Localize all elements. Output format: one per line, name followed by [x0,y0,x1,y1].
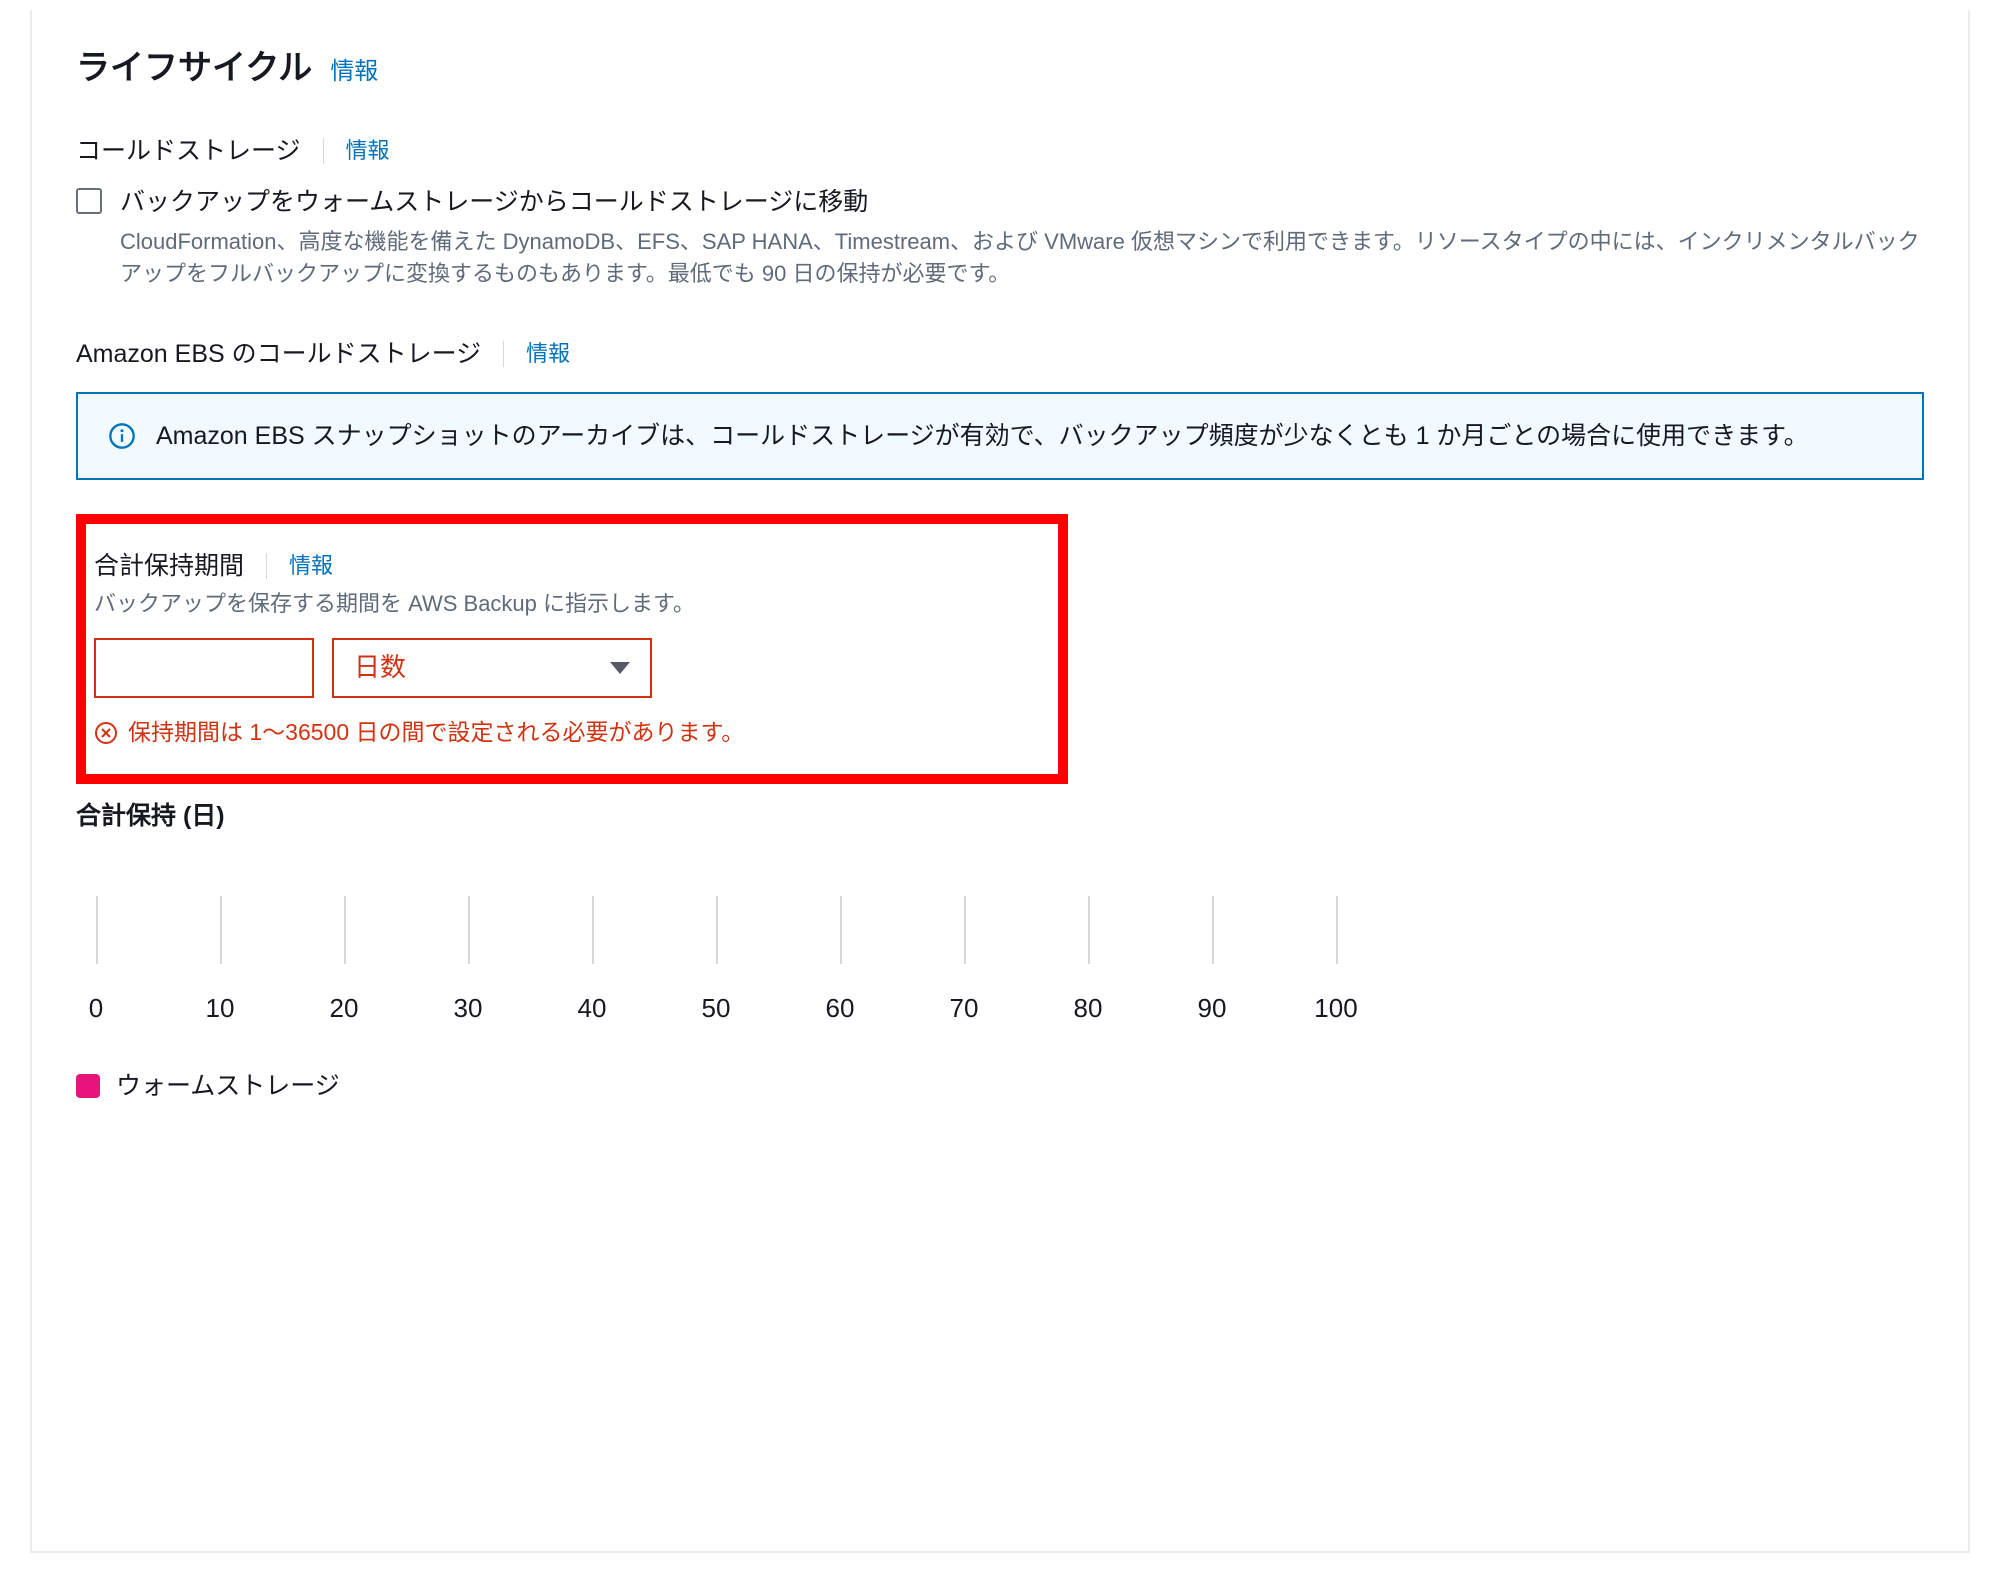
axis-label: 50 [702,990,731,1028]
axis-tick [1088,896,1090,964]
axis-tick [96,896,98,964]
axis-label: 30 [454,990,483,1028]
retention-error-text: 保持期間は 1〜36500 日の間で設定される必要があります。 [128,716,744,749]
section-title: ライフサイクル [76,44,312,93]
axis-label: 90 [1198,990,1227,1028]
separator [503,341,504,367]
total-retention-title: 合計保持期間 [94,548,244,584]
retention-error-row: 保持期間は 1〜36500 日の間で設定される必要があります。 [94,716,1042,749]
axis-tick [716,896,718,964]
axis-label: 0 [89,990,103,1028]
axis-tick [592,896,594,964]
axis-label: 100 [1314,990,1357,1028]
move-to-cold-checkbox-row: バックアップをウォームストレージからコールドストレージに移動 [76,184,1924,220]
cold-storage-label-row: コールドストレージ 情報 [76,133,1924,169]
ebs-cold-label-row: Amazon EBS のコールドストレージ 情報 [76,336,1924,372]
axis-tick [220,896,222,964]
retention-unit-selected: 日数 [354,649,406,687]
separator [323,138,324,164]
axis-label: 40 [578,990,607,1028]
retention-value-input[interactable] [94,638,314,698]
ebs-info-banner: Amazon EBS スナップショットのアーカイブは、コールドストレージが有効で… [76,392,1924,480]
total-retention-info-link[interactable]: 情報 [289,550,333,582]
move-to-cold-description: CloudFormation、高度な機能を備えた DynamoDB、EFS、SA… [120,226,1924,290]
ebs-cold-info-link[interactable]: 情報 [526,338,570,370]
legend-swatch-warm [76,1074,100,1098]
legend-label-warm: ウォームストレージ [116,1068,340,1104]
axis-label: 10 [206,990,235,1028]
cold-storage-info-link[interactable]: 情報 [346,135,390,167]
total-retention-label-row: 合計保持期間 情報 [94,548,1042,584]
axis-label: 80 [1074,990,1103,1028]
move-to-cold-checkbox[interactable] [76,188,102,214]
axis-tick [468,896,470,964]
axis-tick [1212,896,1214,964]
total-retain-days-title: 合計保持 (日) [76,798,1924,834]
axis-tick [344,896,346,964]
legend-row: ウォームストレージ [76,1068,1924,1104]
retention-unit-select[interactable]: 日数 [332,638,652,698]
axis-label: 60 [826,990,855,1028]
total-retention-highlight: 合計保持期間 情報 バックアップを保存する期間を AWS Backup に指示し… [76,514,1068,783]
total-retention-desc: バックアップを保存する期間を AWS Backup に指示します。 [94,588,1042,620]
section-title-row: ライフサイクル 情報 [76,44,1924,93]
axis-label: 20 [330,990,359,1028]
error-icon [94,721,118,745]
lifecycle-info-link[interactable]: 情報 [330,55,378,90]
ebs-info-text: Amazon EBS スナップショットのアーカイブは、コールドストレージが有効で… [156,418,1809,454]
cold-storage-label: コールドストレージ [76,133,301,169]
move-to-cold-checkbox-label: バックアップをウォームストレージからコールドストレージに移動 [120,184,868,220]
axis-label: 70 [950,990,979,1028]
axis-tick [964,896,966,964]
lifecycle-card: ライフサイクル 情報 コールドストレージ 情報 バックアップをウォームストレージ… [30,10,1970,1553]
info-icon [108,422,136,450]
retention-axis: 0102030405060708090100 [82,896,1924,1024]
chevron-down-icon [610,662,630,674]
axis-tick [840,896,842,964]
separator [266,553,267,579]
ebs-cold-label: Amazon EBS のコールドストレージ [76,336,481,372]
axis-tick [1336,896,1338,964]
